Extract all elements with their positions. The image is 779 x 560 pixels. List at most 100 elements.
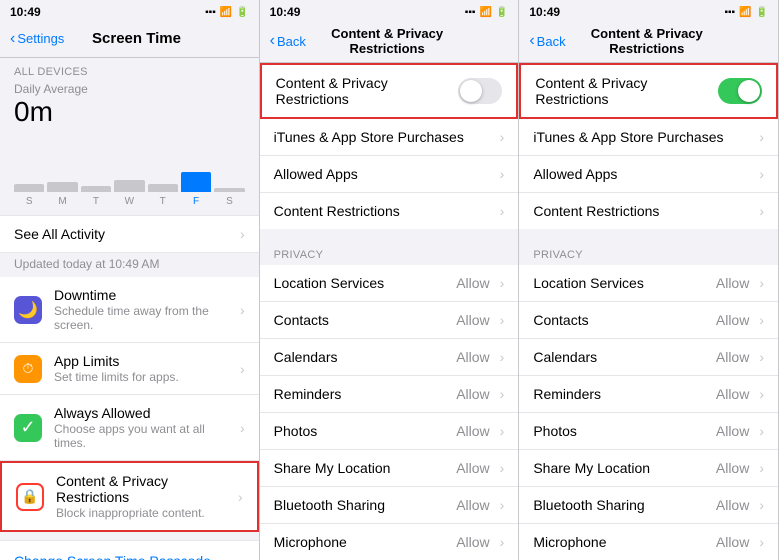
contacts-value-on: Allow: [716, 312, 749, 328]
microphone-value-off: Allow: [456, 534, 489, 550]
chart-bar-mon: [47, 182, 77, 192]
app-limits-icon: ⏱: [14, 355, 42, 383]
app-limits-subtitle: Set time limits for apps.: [54, 370, 234, 384]
content-privacy-item[interactable]: 🔒 Content & Privacy Restrictions Block i…: [0, 461, 259, 532]
photos-chevron-on: ›: [759, 423, 764, 439]
downtime-icon: 🌙: [14, 296, 42, 324]
location-services-off[interactable]: Location Services Allow ›: [260, 265, 519, 302]
content-privacy-title: Content & Privacy Restrictions: [56, 473, 232, 505]
back-button-3[interactable]: ‹ Back: [529, 32, 565, 50]
itunes-purchases-on[interactable]: iTunes & App Store Purchases ›: [519, 119, 778, 156]
share-location-chevron-on: ›: [759, 460, 764, 476]
allowed-apps-on[interactable]: Allowed Apps ›: [519, 156, 778, 193]
toggle-row-on[interactable]: Content & Privacy Restrictions: [521, 65, 776, 117]
screen-time-content: ALL DEVICES Daily Average 0m S M T W T F…: [0, 58, 259, 560]
status-bar-3: 10:49 ▪▪▪ 📶 🔋: [519, 0, 778, 22]
reminders-off[interactable]: Reminders Allow ›: [260, 376, 519, 413]
battery-icon-3: 🔋: [756, 7, 768, 18]
toggle-thumb-off: [460, 80, 482, 102]
downtime-title: Downtime: [54, 287, 234, 303]
back-chevron-icon-3: ‹: [529, 32, 534, 50]
content-restrictions-on[interactable]: Content Restrictions ›: [519, 193, 778, 229]
share-location-value-off: Allow: [456, 460, 489, 476]
status-time-1: 10:49: [10, 5, 41, 19]
bluetooth-name-off: Bluetooth Sharing: [274, 497, 457, 513]
photos-value-on: Allow: [716, 423, 749, 439]
contacts-value-off: Allow: [456, 312, 489, 328]
chart-bar-wed: [114, 180, 144, 192]
app-limits-item[interactable]: ⏱ App Limits Set time limits for apps. ›: [0, 343, 259, 395]
allowed-apps-off[interactable]: Allowed Apps ›: [260, 156, 519, 193]
location-chevron-off: ›: [500, 275, 505, 291]
microphone-name-on: Microphone: [533, 534, 716, 550]
toggle-off[interactable]: [458, 78, 502, 104]
back-button-1[interactable]: ‹ Settings: [10, 30, 64, 48]
downtime-item[interactable]: 🌙 Downtime Schedule time away from the s…: [0, 277, 259, 343]
toggle-section-on: Content & Privacy Restrictions: [519, 63, 778, 119]
bluetooth-name-on: Bluetooth Sharing: [533, 497, 716, 513]
downtime-chevron: ›: [240, 302, 245, 318]
usage-chart: [14, 132, 245, 192]
reminders-on[interactable]: Reminders Allow ›: [519, 376, 778, 413]
day-t2: T: [148, 196, 178, 207]
contacts-off[interactable]: Contacts Allow ›: [260, 302, 519, 339]
calendars-on[interactable]: Calendars Allow ›: [519, 339, 778, 376]
microphone-value-on: Allow: [716, 534, 749, 550]
calendars-value-off: Allow: [456, 349, 489, 365]
see-all-label: See All Activity: [14, 226, 105, 242]
content-privacy-off-content: Content & Privacy Restrictions iTunes & …: [260, 63, 519, 560]
day-t1: T: [81, 196, 111, 207]
microphone-chevron-off: ›: [500, 534, 505, 550]
location-services-on[interactable]: Location Services Allow ›: [519, 265, 778, 302]
app-limits-text: App Limits Set time limits for apps.: [54, 353, 234, 384]
back-button-2[interactable]: ‹ Back: [270, 32, 306, 50]
location-chevron-on: ›: [759, 275, 764, 291]
bluetooth-on[interactable]: Bluetooth Sharing Allow ›: [519, 487, 778, 524]
always-allowed-item[interactable]: ✓ Always Allowed Choose apps you want at…: [0, 395, 259, 461]
photos-on[interactable]: Photos Allow ›: [519, 413, 778, 450]
nav-bar-2: ‹ Back Content & Privacy Restrictions: [260, 22, 519, 63]
location-name-off: Location Services: [274, 275, 457, 291]
photos-off[interactable]: Photos Allow ›: [260, 413, 519, 450]
reminders-name-on: Reminders: [533, 386, 716, 402]
itunes-chevron-on: ›: [759, 129, 764, 145]
content-privacy-on-content: Content & Privacy Restrictions iTunes & …: [519, 63, 778, 560]
microphone-on[interactable]: Microphone Allow ›: [519, 524, 778, 560]
content-restrictions-label-on: Content Restrictions: [533, 203, 659, 219]
bluetooth-off[interactable]: Bluetooth Sharing Allow ›: [260, 487, 519, 524]
chart-bar-sun: [14, 184, 44, 192]
chart-bar-sat: [214, 188, 244, 192]
toggle-on[interactable]: [718, 78, 762, 104]
contacts-on[interactable]: Contacts Allow ›: [519, 302, 778, 339]
toggle-row-off[interactable]: Content & Privacy Restrictions: [262, 65, 517, 117]
privacy-list-off: Location Services Allow › Contacts Allow…: [260, 265, 519, 560]
downtime-subtitle: Schedule time away from the screen.: [54, 304, 234, 332]
content-privacy-on-panel: 10:49 ▪▪▪ 📶 🔋 ‹ Back Content & Privacy R…: [519, 0, 779, 560]
microphone-off[interactable]: Microphone Allow ›: [260, 524, 519, 560]
day-s1: S: [14, 196, 44, 207]
status-icons-3: ▪▪▪ 📶 🔋: [724, 7, 768, 18]
calendars-chevron-off: ›: [500, 349, 505, 365]
bluetooth-chevron-off: ›: [500, 497, 505, 513]
change-passcode-link[interactable]: Change Screen Time Passcode: [0, 540, 259, 560]
day-m: M: [47, 196, 77, 207]
share-location-name-off: Share My Location: [274, 460, 457, 476]
share-location-off[interactable]: Share My Location Allow ›: [260, 450, 519, 487]
nav-title-3: Content & Privacy Restrictions: [566, 26, 728, 56]
reminders-chevron-on: ›: [759, 386, 764, 402]
calendars-off[interactable]: Calendars Allow ›: [260, 339, 519, 376]
calendars-chevron-on: ›: [759, 349, 764, 365]
toggle-thumb-on: [738, 80, 760, 102]
reminders-value-on: Allow: [716, 386, 749, 402]
calendars-name-off: Calendars: [274, 349, 457, 365]
contacts-name-on: Contacts: [533, 312, 716, 328]
itunes-purchases-off[interactable]: iTunes & App Store Purchases ›: [260, 119, 519, 156]
allowed-apps-label-on: Allowed Apps: [533, 166, 617, 182]
share-location-on[interactable]: Share My Location Allow ›: [519, 450, 778, 487]
content-restrictions-off[interactable]: Content Restrictions ›: [260, 193, 519, 229]
daily-avg-label: Daily Average: [0, 82, 259, 96]
see-all-row[interactable]: See All Activity ›: [0, 215, 259, 253]
location-name-on: Location Services: [533, 275, 716, 291]
back-label-2: Back: [277, 34, 306, 49]
wifi-icon-3: 📶: [739, 7, 751, 18]
